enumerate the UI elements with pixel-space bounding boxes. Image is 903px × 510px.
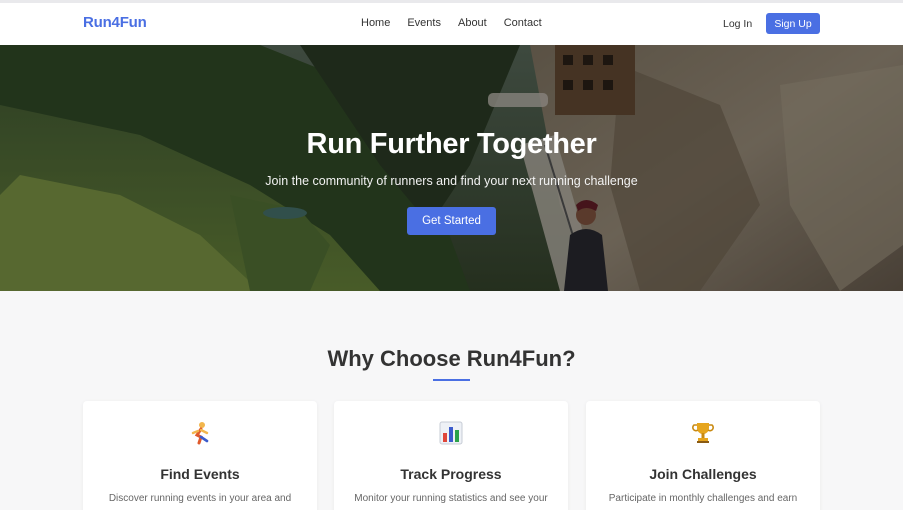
card-text: Discover running events in your area and	[108, 493, 292, 504]
hero-subtitle: Join the community of runners and find y…	[265, 174, 638, 188]
card-title: Track Progress	[400, 466, 502, 482]
nav-link-contact[interactable]: Contact	[504, 17, 542, 29]
feature-card-track-progress: Track Progress Monitor your running stat…	[334, 401, 568, 510]
hero-title: Run Further Together	[306, 128, 597, 160]
get-started-button[interactable]: Get Started	[407, 207, 496, 235]
feature-card-find-events: Find Events Discover running events in y…	[83, 401, 317, 510]
nav-link-about[interactable]: About	[458, 17, 487, 29]
trophy-icon	[586, 421, 820, 445]
card-text: Participate in monthly challenges and ea…	[608, 493, 798, 504]
navbar: Run4Fun Home Events About Contact Log In…	[0, 3, 903, 45]
features-title: Why Choose Run4Fun?	[327, 346, 576, 371]
card-title: Find Events	[160, 466, 240, 482]
brand-logo[interactable]: Run4Fun	[83, 14, 147, 31]
nav-link-events[interactable]: Events	[407, 17, 441, 29]
runner-icon	[83, 421, 317, 445]
bar-chart-icon	[334, 421, 568, 445]
feature-card-join-challenges: Join Challenges Participate in monthly c…	[586, 401, 820, 510]
hero-section: Run Further Together Join the community …	[0, 45, 903, 291]
nav-link-home[interactable]: Home	[361, 17, 390, 29]
card-title: Join Challenges	[649, 466, 757, 482]
hero-overlay	[0, 45, 903, 291]
card-text: Monitor your running statistics and see …	[354, 493, 548, 504]
main-nav: Home Events About Contact	[361, 17, 559, 29]
signup-button[interactable]: Sign Up	[766, 13, 820, 34]
title-underline	[433, 379, 470, 381]
login-link[interactable]: Log In	[723, 18, 752, 30]
